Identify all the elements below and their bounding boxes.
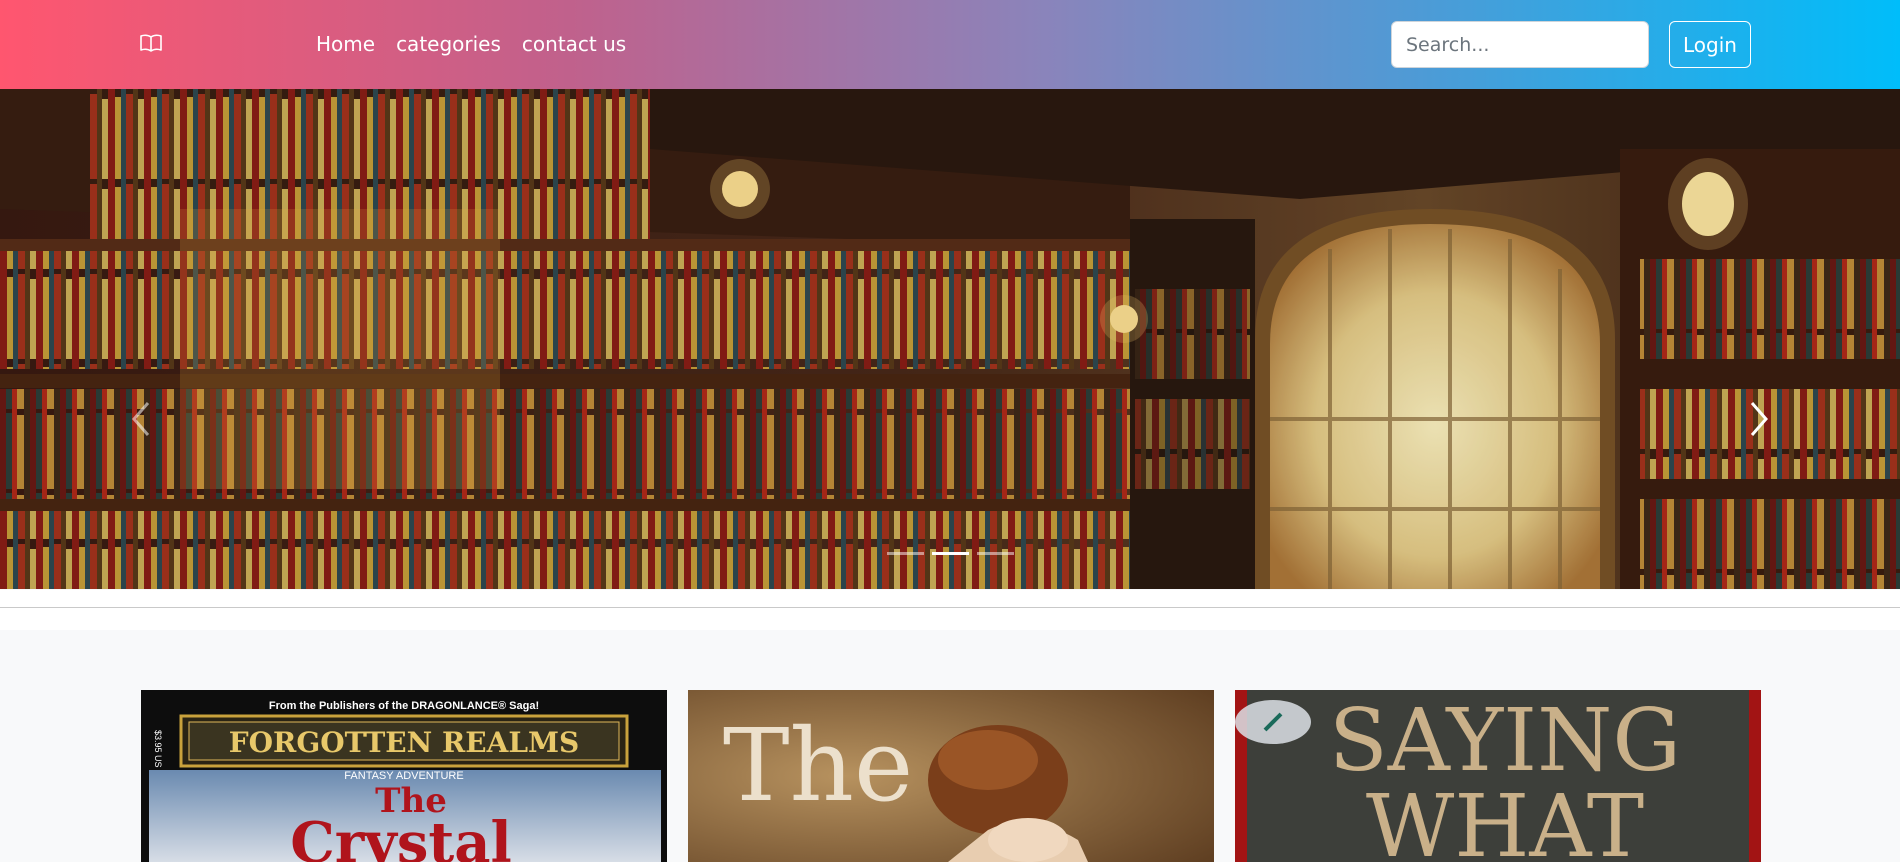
book-cover: The [688,690,1214,862]
hero-carousel [0,89,1900,589]
book-card[interactable]: FORGOTTEN REALMS From the Publishers of … [141,690,667,862]
carousel-indicator-2[interactable] [932,552,969,555]
book-title-line1: SAYING [1329,691,1681,791]
search-input[interactable] [1391,21,1649,68]
nav-link-categories[interactable]: categories [396,30,501,58]
navbar: Home categories contact us Login [0,0,1900,89]
nav-link-home[interactable]: Home [316,30,375,58]
library-slide-image [0,89,1900,589]
book-header: From the Publishers of the DRAGONLANCE® … [269,700,539,712]
chevron-right-icon[interactable] [1738,389,1778,449]
book-series: FORGOTTEN REALMS [229,726,579,759]
chevron-left-icon[interactable] [122,389,162,449]
book-title-line1: The [723,707,913,824]
book-card[interactable]: The [688,690,1214,862]
divider [0,607,1900,608]
carousel-indicator-1[interactable] [887,552,924,555]
carousel-indicators [887,552,1014,555]
book-icon[interactable] [140,34,162,52]
book-price: $3.95 US [153,730,163,768]
carousel-indicator-3[interactable] [977,552,1014,555]
book-cover: SAYING WHAT [1235,690,1761,862]
book-card[interactable]: SAYING WHAT [1235,690,1761,862]
nav-links: Home categories contact us [316,30,626,58]
login-button[interactable]: Login [1669,21,1751,68]
section-spacer [0,590,1900,630]
nav-link-contact-us[interactable]: contact us [522,30,626,58]
book-title-line2: WHAT [1366,777,1644,862]
book-cover: FORGOTTEN REALMS From the Publishers of … [141,690,667,862]
book-title-line2: Crystal [290,810,512,862]
